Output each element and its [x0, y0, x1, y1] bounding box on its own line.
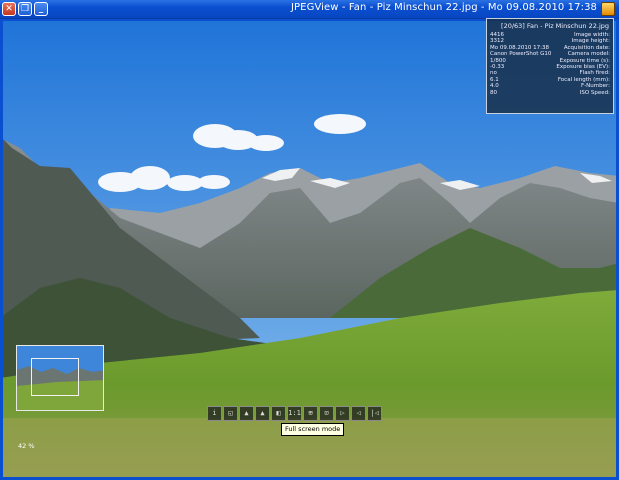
info-toggle-button[interactable]: i — [207, 405, 222, 421]
minimize-button[interactable]: _ — [34, 2, 48, 16]
toolbar-tooltip: Full screen mode — [281, 423, 345, 436]
app-icon — [601, 2, 615, 16]
window-title: JPEGView - Fan - Piz Minschun 22.jpg - M… — [291, 2, 597, 13]
image-toolbar: i ◱ ▲ ▲ ◧ 1:1 ⊞ ⊡ ▷ ◁ |◁ — [207, 404, 413, 422]
enhance-button[interactable]: ▲ — [239, 405, 254, 421]
fullscreen-button[interactable]: ⊞ — [303, 405, 318, 421]
info-value: Canon PowerShot G10 — [490, 51, 552, 58]
navigator-viewport[interactable] — [31, 358, 79, 396]
contrast-button[interactable]: ▲ — [255, 405, 270, 421]
info-values: 4416 3312 Mo 09.08.2010 17:38 Canon Powe… — [490, 32, 552, 96]
crop-button[interactable]: ◱ — [223, 405, 238, 421]
info-value: 80 — [490, 89, 497, 96]
info-header: [20/63] Fan - Piz Minschun 22.jpg — [501, 22, 609, 30]
compare-button[interactable]: ◧ — [271, 405, 286, 421]
next-image-button[interactable]: ▷ — [335, 405, 350, 421]
navigator-thumbnail[interactable] — [16, 345, 104, 411]
exif-info-panel: [20/63] Fan - Piz Minschun 22.jpg 4416 3… — [486, 18, 614, 114]
title-bar[interactable]: ✕ ❐ _ JPEGView - Fan - Piz Minschun 22.j… — [0, 0, 619, 19]
previous-image-button[interactable]: ◁ — [351, 405, 366, 421]
info-labels: Image width: Image height: Acquisition d… — [534, 32, 610, 96]
maximize-button[interactable]: ❐ — [18, 2, 32, 16]
info-label: ISO Speed: — [579, 89, 610, 96]
actual-size-button[interactable]: 1:1 — [287, 405, 302, 421]
fit-window-button[interactable]: ⊡ — [319, 405, 334, 421]
zoom-level: 42 % — [18, 442, 35, 450]
close-button[interactable]: ✕ — [2, 2, 16, 16]
first-image-button[interactable]: |◁ — [367, 405, 382, 421]
